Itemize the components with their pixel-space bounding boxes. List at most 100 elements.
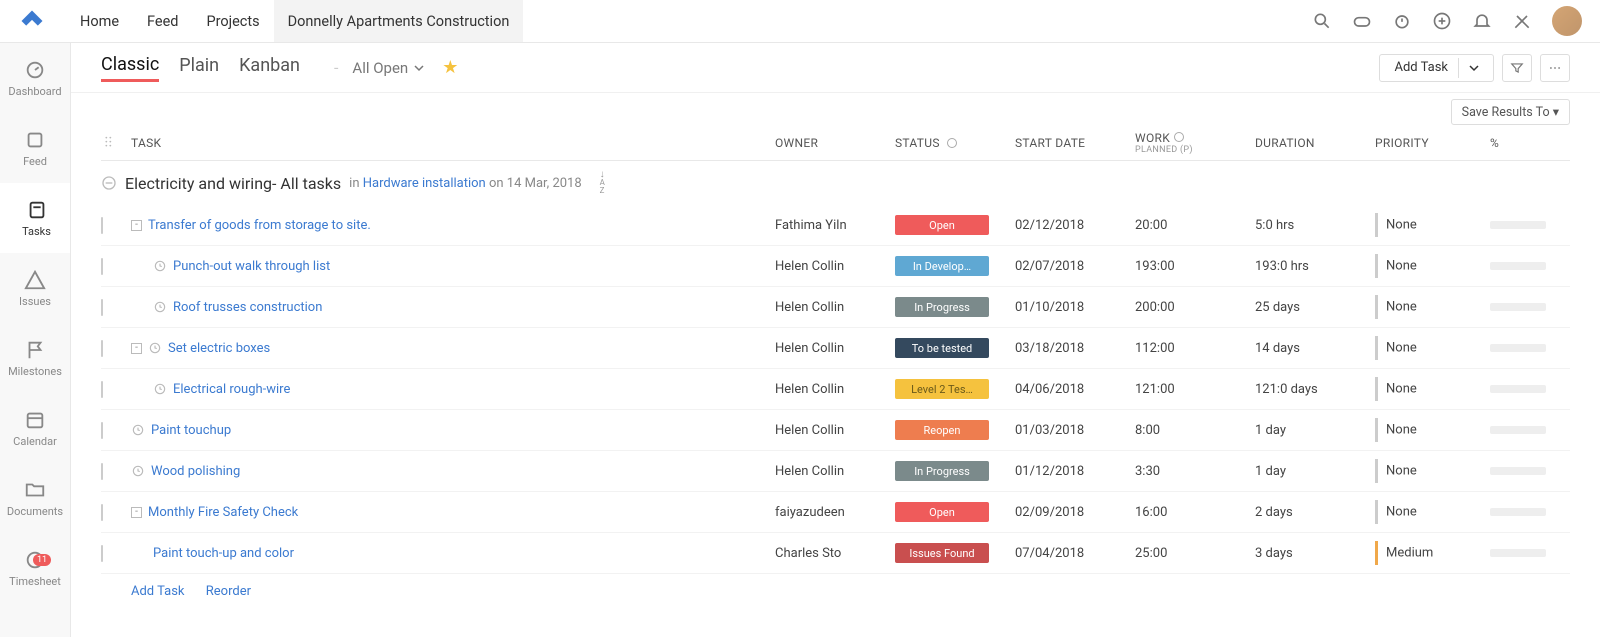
task-row[interactable]: Wood polishingHelen CollinIn Progress01/… (101, 451, 1570, 492)
nav-current-project[interactable]: Donnelly Apartments Construction (274, 0, 524, 42)
filter-button[interactable] (1502, 54, 1532, 82)
tools-icon[interactable] (1512, 11, 1532, 31)
duration-cell: 1 day (1255, 464, 1375, 479)
task-table: TASK OWNER STATUS START DATE WORK Planne… (71, 125, 1600, 609)
clock-icon (153, 300, 167, 314)
task-cell: Paint touch-up and color (131, 546, 775, 561)
sidebar-tasks[interactable]: Tasks (0, 183, 70, 253)
task-group-header[interactable]: Electricity and wiring- All tasks in Har… (101, 161, 1570, 205)
nav-feed[interactable]: Feed (133, 0, 192, 42)
row-checkbox[interactable] (101, 299, 103, 316)
group-link[interactable]: Hardware installation (363, 176, 486, 191)
status-cell[interactable]: Reopen (895, 420, 1015, 440)
sidebar-timesheet[interactable]: 11 Timesheet (0, 533, 70, 603)
sidebar-feed-label: Feed (23, 155, 47, 168)
task-cell: Paint touchup (131, 423, 775, 438)
row-checkbox[interactable] (101, 545, 103, 562)
more-button[interactable] (1540, 54, 1570, 82)
chevron-down-icon[interactable] (1469, 63, 1479, 73)
task-link[interactable]: Paint touch-up and color (153, 546, 294, 561)
task-row[interactable]: Paint touchupHelen CollinReopen01/03/201… (101, 410, 1570, 451)
nav-home[interactable]: Home (66, 0, 133, 42)
favorite-star-icon[interactable]: ★ (442, 57, 458, 78)
col-status[interactable]: STATUS (895, 136, 1015, 150)
status-cell[interactable]: Open (895, 502, 1015, 522)
user-avatar[interactable] (1552, 6, 1582, 36)
row-checkbox[interactable] (101, 217, 103, 234)
nav-projects[interactable]: Projects (192, 0, 273, 42)
task-row[interactable]: -Set electric boxesHelen CollinTo be tes… (101, 328, 1570, 369)
task-link[interactable]: Set electric boxes (168, 341, 270, 356)
col-owner[interactable]: OWNER (775, 136, 895, 150)
status-cell[interactable]: To be tested (895, 338, 1015, 358)
bell-icon[interactable] (1472, 11, 1492, 31)
row-checkbox[interactable] (101, 504, 103, 521)
filter-dropdown[interactable]: All Open (352, 59, 424, 77)
task-cell: - Set electric boxes (131, 341, 775, 356)
gamepad-icon[interactable] (1352, 11, 1372, 31)
expand-toggle[interactable]: - (131, 343, 142, 354)
tab-kanban[interactable]: Kanban (239, 55, 300, 80)
sidebar-milestones[interactable]: Milestones (0, 323, 70, 393)
save-results-dropdown[interactable]: Save Results To ▾ (1451, 99, 1570, 125)
timer-icon[interactable] (1392, 11, 1412, 31)
row-checkbox[interactable] (101, 258, 103, 275)
task-link[interactable]: Wood polishing (151, 464, 240, 479)
task-link[interactable]: Transfer of goods from storage to site. (148, 218, 371, 233)
col-task[interactable]: TASK (131, 136, 775, 150)
row-checkbox[interactable] (101, 463, 103, 480)
col-priority[interactable]: PRIORITY (1375, 136, 1490, 150)
status-cell[interactable]: Level 2 Tes… (895, 379, 1015, 399)
col-percent[interactable]: % (1490, 136, 1570, 150)
priority-cell: None (1375, 336, 1490, 360)
collapse-group-icon[interactable] (101, 175, 117, 191)
expand-toggle[interactable]: - (131, 220, 142, 231)
owner-cell: Charles Sto (775, 546, 895, 561)
plus-circle-icon[interactable] (1432, 11, 1452, 31)
sidebar-dashboard[interactable]: Dashboard (0, 43, 70, 113)
tab-classic[interactable]: Classic (101, 54, 159, 82)
sort-az-icon[interactable]: ↓AZ (600, 171, 605, 195)
col-start[interactable]: START DATE (1015, 136, 1135, 150)
sidebar-issues[interactable]: Issues (0, 253, 70, 323)
sidebar-calendar[interactable]: Calendar (0, 393, 70, 463)
task-row[interactable]: Punch-out walk through listHelen CollinI… (101, 246, 1570, 287)
ellipsis-icon (1548, 61, 1562, 75)
task-link[interactable]: Roof trusses construction (173, 300, 322, 315)
status-cell[interactable]: Open (895, 215, 1015, 235)
footer-add-task[interactable]: Add Task (131, 584, 185, 599)
task-row[interactable]: Electrical rough-wireHelen CollinLevel 2… (101, 369, 1570, 410)
sidebar-feed[interactable]: Feed (0, 113, 70, 183)
task-row[interactable]: Roof trusses constructionHelen CollinIn … (101, 287, 1570, 328)
app-logo-icon (18, 7, 46, 35)
footer-reorder[interactable]: Reorder (206, 584, 251, 599)
row-checkbox[interactable] (101, 340, 103, 357)
search-icon[interactable] (1312, 11, 1332, 31)
col-work[interactable]: WORK Planned (P) (1135, 131, 1255, 155)
status-cell[interactable]: In Progress (895, 461, 1015, 481)
table-footer-links: Add Task Reorder (101, 574, 1570, 609)
sidebar-documents-label: Documents (7, 505, 63, 518)
priority-cell: None (1375, 295, 1490, 319)
work-cell: 193:00 (1135, 259, 1255, 274)
status-cell[interactable]: In Develop… (895, 256, 1015, 276)
folder-icon (24, 479, 46, 501)
row-checkbox[interactable] (101, 422, 103, 439)
col-duration[interactable]: DURATION (1255, 136, 1375, 150)
task-row[interactable]: -Monthly Fire Safety CheckfaiyazudeenOpe… (101, 492, 1570, 533)
status-cell[interactable]: In Progress (895, 297, 1015, 317)
row-checkbox[interactable] (101, 381, 103, 398)
clock-icon (148, 341, 162, 355)
task-link[interactable]: Paint touchup (151, 423, 231, 438)
task-row[interactable]: Paint touch-up and color Charles StoIssue… (101, 533, 1570, 574)
task-link[interactable]: Electrical rough-wire (173, 382, 290, 397)
sidebar-documents[interactable]: Documents (0, 463, 70, 533)
expand-toggle[interactable]: - (131, 507, 142, 518)
add-task-button[interactable]: Add Task (1379, 54, 1494, 82)
status-cell[interactable]: Issues Found (895, 543, 1015, 563)
task-row[interactable]: -Transfer of goods from storage to site.… (101, 205, 1570, 246)
task-link[interactable]: Monthly Fire Safety Check (148, 505, 298, 520)
tab-plain[interactable]: Plain (179, 55, 219, 80)
task-link[interactable]: Punch-out walk through list (173, 259, 330, 274)
percent-cell (1490, 505, 1570, 520)
